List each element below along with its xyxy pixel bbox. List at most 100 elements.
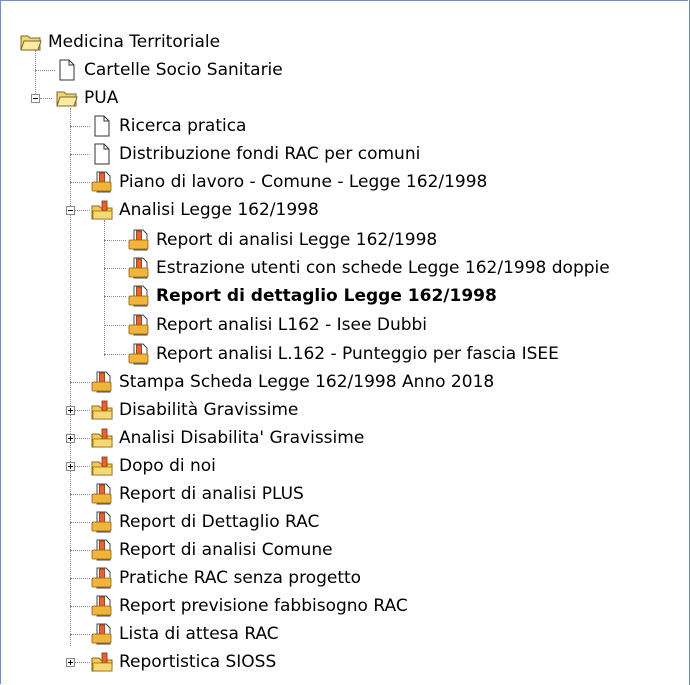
tree-node-label: Lista di attesa RAC (119, 624, 279, 644)
tree-connector (40, 98, 52, 99)
tree-connector (70, 154, 90, 155)
tree-node-label: PUA (84, 88, 119, 108)
collapse-toggle-pua[interactable] (31, 94, 40, 103)
tree-connector (75, 466, 90, 467)
expand-toggle-disabilita[interactable] (66, 406, 75, 415)
tree-node-label: Estrazione utenti con schede Legge 162/1… (156, 258, 610, 278)
tree-node-lista-attesa[interactable]: Lista di attesa RAC (91, 621, 279, 647)
tree-node-label: Report di Dettaglio RAC (119, 512, 320, 532)
tree-connector (75, 438, 90, 439)
tree-root-node[interactable]: Medicina Territoriale (20, 29, 220, 55)
tree-node-label: Dopo di noi (119, 456, 216, 476)
tree-node-label: Analisi Disabilita' Gravissime (119, 428, 365, 448)
report-icon (128, 257, 149, 279)
report-folder-icon (91, 400, 113, 420)
tree-node-cartelle-socio-sanitarie[interactable]: Cartelle Socio Sanitarie (56, 57, 283, 83)
expand-toggle-reportistica-sioss[interactable] (66, 658, 75, 667)
tree-connector (75, 410, 90, 411)
collapse-toggle-analisi-legge[interactable] (66, 206, 75, 215)
tree-connector (70, 550, 90, 551)
expand-toggle-dopo-di-noi[interactable] (66, 462, 75, 471)
tree-connector (35, 50, 36, 98)
tree-connector (70, 494, 90, 495)
tree-connector (104, 240, 126, 241)
tree-node-label: Report di analisi Legge 162/1998 (156, 230, 438, 250)
tree-node-label: Analisi Legge 162/1998 (119, 200, 319, 220)
tree-node-disabilita-gravissime[interactable]: Disabilità Gravissime (91, 397, 298, 423)
tree-node-report-analisi-comune[interactable]: Report di analisi Comune (91, 537, 333, 563)
tree-node-label: Report di dettaglio Legge 162/1998 (156, 286, 497, 306)
tree-node-label: Stampa Scheda Legge 162/1998 Anno 2018 (119, 372, 495, 392)
tree-node-reportistica-sioss[interactable]: Reportistica SIOSS (91, 649, 276, 675)
open-folder-icon (56, 91, 78, 107)
report-folder-icon (91, 456, 113, 476)
report-icon (91, 371, 112, 393)
report-icon (91, 539, 112, 561)
tree-node-pratiche-rac[interactable]: Pratiche RAC senza progetto (91, 565, 361, 591)
tree-connector (35, 70, 55, 71)
tree-node-stampa-scheda[interactable]: Stampa Scheda Legge 162/1998 Anno 2018 (91, 369, 494, 395)
tree-node-report-analisi-plus[interactable]: Report di analisi PLUS (91, 481, 304, 507)
report-icon (91, 567, 112, 589)
tree-node-estrazione-utenti[interactable]: Estrazione utenti con schede Legge 162/1… (128, 255, 610, 281)
report-icon (128, 285, 149, 307)
tree-connector (70, 126, 90, 127)
tree-node-report-isee-dubbi[interactable]: Report analisi L162 - Isee Dubbi (128, 312, 427, 338)
tree-connector (104, 268, 126, 269)
tree-node-label: Distribuzione fondi RAC per comuni (119, 144, 421, 164)
tree-node-label: Report analisi L.162 - Punteggio per fas… (156, 344, 559, 364)
tree-node-dopo-di-noi[interactable]: Dopo di noi (91, 453, 216, 479)
tree-node-pua[interactable]: PUA (56, 85, 118, 111)
tree-node-label: Report previsione fabbisogno RAC (119, 596, 408, 616)
tree-node-report-dettaglio-rac[interactable]: Report di Dettaglio RAC (91, 509, 319, 535)
tree-node-label: Report di analisi PLUS (119, 484, 304, 504)
tree-node-ricerca-pratica[interactable]: Ricerca pratica (91, 113, 246, 139)
report-icon (128, 314, 149, 336)
tree-connector (104, 296, 126, 297)
tree-node-label: Piano di lavoro - Comune - Legge 162/199… (119, 172, 488, 192)
tree-node-label: Medicina Territoriale (48, 32, 221, 52)
tree-connector (70, 522, 90, 523)
report-icon (91, 595, 112, 617)
tree-node-report-punteggio-isee[interactable]: Report analisi L.162 - Punteggio per fas… (128, 341, 559, 367)
tree-node-label: Reportistica SIOSS (119, 652, 277, 672)
report-icon (91, 623, 112, 645)
tree-connector (75, 662, 90, 663)
tree-node-analisi-disabilita[interactable]: Analisi Disabilita' Gravissime (91, 425, 364, 451)
tree-connector (70, 108, 71, 646)
open-folder-icon (20, 35, 42, 51)
report-folder-icon (91, 652, 113, 672)
tree-node-label: Pratiche RAC senza progetto (119, 568, 362, 588)
tree-connector (75, 210, 90, 211)
report-icon (91, 511, 112, 533)
tree-connector (104, 325, 126, 326)
tree-node-report-analisi-legge[interactable]: Report di analisi Legge 162/1998 (128, 227, 437, 253)
document-icon (59, 59, 75, 81)
navigation-tree: Medicina Territoriale Cartelle Socio San… (0, 0, 690, 685)
tree-node-analisi-legge[interactable]: Analisi Legge 162/1998 (91, 197, 319, 223)
tree-node-distribuzione-fondi[interactable]: Distribuzione fondi RAC per comuni (91, 141, 420, 167)
expand-toggle-analisi-disabilita[interactable] (66, 434, 75, 443)
tree-connector (70, 578, 90, 579)
tree-node-report-dettaglio-legge-selected[interactable]: Report di dettaglio Legge 162/1998 (128, 283, 497, 309)
tree-node-label: Cartelle Socio Sanitarie (84, 60, 283, 80)
document-icon (94, 143, 110, 165)
tree-connector (104, 354, 126, 355)
tree-node-label: Disabilità Gravissime (119, 400, 299, 420)
tree-connector (70, 182, 90, 183)
document-icon (94, 115, 110, 137)
report-icon (128, 343, 149, 365)
tree-connector (70, 382, 90, 383)
tree-node-piano-di-lavoro[interactable]: Piano di lavoro - Comune - Legge 162/199… (91, 169, 487, 195)
report-icon (91, 171, 112, 193)
report-icon (91, 483, 112, 505)
tree-node-report-previsione[interactable]: Report previsione fabbisogno RAC (91, 593, 408, 619)
tree-node-label: Report di analisi Comune (119, 540, 333, 560)
report-folder-icon (91, 428, 113, 448)
tree-connector (70, 606, 90, 607)
report-folder-icon (91, 200, 113, 220)
tree-node-label: Report analisi L162 - Isee Dubbi (156, 315, 428, 335)
report-icon (128, 229, 149, 251)
tree-connector (70, 634, 90, 635)
tree-node-label: Ricerca pratica (119, 116, 247, 136)
